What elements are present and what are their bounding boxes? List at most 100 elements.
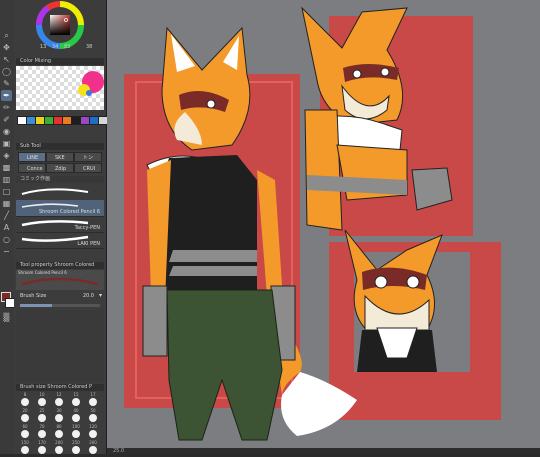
tool-property-header[interactable]: Tool property Shroom Colored [16, 262, 104, 269]
brush-size-cell[interactable]: 25 [35, 408, 49, 425]
brush-size-slider[interactable] [20, 304, 100, 307]
eraser-icon[interactable]: ▣ [1, 138, 12, 149]
brush-size-dot-icon [38, 414, 46, 422]
brush-item-active[interactable]: Shroom Colored Pencil 6 [16, 200, 104, 217]
brush-size-cell[interactable]: 70 [35, 424, 49, 441]
brush-size-dot-icon [38, 446, 46, 454]
tab-zdip[interactable]: Zdip [46, 163, 74, 173]
brush-size-cell[interactable]: 30 [52, 408, 66, 425]
color-values: 13 34 83 38 [40, 44, 100, 51]
brush-size-dot-icon [21, 414, 29, 422]
brush-size-row[interactable]: Brush Size 20.0 ▾ [16, 292, 104, 302]
brush-size-cell[interactable]: 17 [86, 392, 100, 409]
brush-size-number: 25 [39, 408, 45, 413]
brush-size-cell[interactable]: 100 [69, 424, 83, 441]
brush-size-stepper-icon[interactable]: ▾ [99, 292, 102, 299]
text-icon[interactable]: A [1, 222, 12, 233]
lasso-icon[interactable]: ◯ [1, 66, 12, 77]
brush-size-dot-icon [89, 430, 97, 438]
brush-size-number: 300 [89, 440, 97, 445]
airbrush-icon[interactable]: ◉ [1, 126, 12, 137]
color-mixing-title: Color Mixing [20, 58, 52, 64]
tab-line-label: LINE [27, 155, 39, 161]
brush-size-dot-icon [38, 398, 46, 406]
brush-item[interactable]: Taccy-PEN [16, 216, 104, 233]
brush-size-number: 80 [56, 424, 62, 429]
tab-line[interactable]: LINE [18, 152, 46, 162]
tab-conce-label: Conce [27, 166, 43, 172]
frame-icon[interactable]: ▦ [1, 198, 12, 209]
brush-size-header[interactable]: Brush size Shroom Colored P [16, 384, 104, 391]
artwork-canvas[interactable] [107, 0, 540, 454]
brush-icon[interactable]: ✐ [1, 114, 12, 125]
color-wheel[interactable] [36, 1, 84, 49]
color-mixing-canvas[interactable] [16, 66, 104, 110]
tab-ske[interactable]: SKE [46, 152, 74, 162]
tab-tone[interactable]: トン [74, 152, 102, 162]
gradient-icon[interactable]: ▥ [1, 174, 12, 185]
brush-size-number: 20 [22, 408, 28, 413]
move-icon[interactable]: ✥ [1, 42, 12, 53]
brush-size-cell[interactable]: 300 [86, 440, 100, 457]
brush-size-cell[interactable]: 8 [18, 392, 32, 409]
brush-size-number: 40 [73, 408, 79, 413]
brightness-value: 83 [64, 44, 71, 50]
brush-size-cell[interactable]: 15 [69, 392, 83, 409]
canvas-area[interactable] [107, 0, 540, 454]
zoom-icon[interactable]: ⌕ [1, 30, 12, 41]
hue-value: 13 [40, 44, 47, 50]
brush-size-cell[interactable]: 20 [18, 408, 32, 425]
pen-icon[interactable]: ✒ [1, 90, 12, 101]
mixing-blob-blue [86, 90, 92, 96]
brush-size-number: 60 [22, 424, 28, 429]
brush-size-cell[interactable]: 170 [35, 440, 49, 457]
fill-icon[interactable]: ▩ [1, 162, 12, 173]
operation-icon[interactable]: ↖ [1, 54, 12, 65]
correct-line-icon[interactable]: ∽ [1, 246, 12, 257]
brush-size-number: 10 [39, 392, 45, 397]
brush-size-number: 15 [73, 392, 79, 397]
brush-size-number: 200 [55, 440, 63, 445]
brush-size-number: 17 [90, 392, 96, 397]
pencil-icon[interactable]: ✏ [1, 102, 12, 113]
brush-item[interactable]: LAKI PEN [16, 232, 104, 249]
brush-size-cell[interactable]: 120 [86, 424, 100, 441]
brush-item[interactable] [16, 184, 104, 201]
brush-size-cell[interactable]: 200 [52, 440, 66, 457]
left-panel-dock: 13 34 83 38 Color Mixing Sub Tool LINE S… [14, 0, 108, 457]
brush-size-dot-icon [89, 446, 97, 454]
brush-size-cell[interactable]: 40 [69, 408, 83, 425]
tab-crui-label: CRUI [83, 166, 96, 172]
preset-stroke-preview [21, 277, 99, 286]
brush-size-cell[interactable]: 250 [69, 440, 83, 457]
brush-size-number: 250 [72, 440, 80, 445]
brush-size-cell[interactable]: 60 [18, 424, 32, 441]
brush-size-number: 150 [21, 440, 29, 445]
brush-size-dot-icon [72, 430, 80, 438]
blend-icon[interactable]: ◈ [1, 150, 12, 161]
brush-label: Shroom Colored Pencil 6 [38, 209, 100, 215]
saturation-value: 34 [52, 44, 59, 50]
brush-size-cell[interactable]: 10 [35, 392, 49, 409]
brush-size-cell[interactable]: 50 [86, 408, 100, 425]
eyedropper-icon[interactable]: ✎ [1, 78, 12, 89]
brush-size-dot-icon [55, 446, 63, 454]
brush-size-number: 170 [38, 440, 46, 445]
brush-size-number: 100 [72, 424, 80, 429]
zoom-readout[interactable]: 25.0 [113, 448, 124, 454]
color-mixing-header[interactable]: Color Mixing [16, 58, 104, 65]
status-bar: 25.0 [107, 448, 540, 454]
balloon-icon[interactable]: ○ [1, 234, 12, 245]
sub-tool-group-title: コミック作画 [20, 176, 51, 182]
figure-icon[interactable]: □ [1, 186, 12, 197]
brush-size-cell[interactable]: 150 [18, 440, 32, 457]
brush-size-cell[interactable]: 80 [52, 424, 66, 441]
brush-size-number: 120 [89, 424, 97, 429]
tab-crui[interactable]: CRUI [74, 163, 102, 173]
transparent-color-icon[interactable]: ▒ [1, 312, 12, 323]
tab-conce[interactable]: Conce [18, 163, 46, 173]
ruler-icon[interactable]: ╱ [1, 210, 12, 221]
brush-size-label: Brush Size [20, 293, 47, 299]
sub-tool-header[interactable]: Sub Tool [16, 143, 104, 150]
brush-size-cell[interactable]: 12 [52, 392, 66, 409]
